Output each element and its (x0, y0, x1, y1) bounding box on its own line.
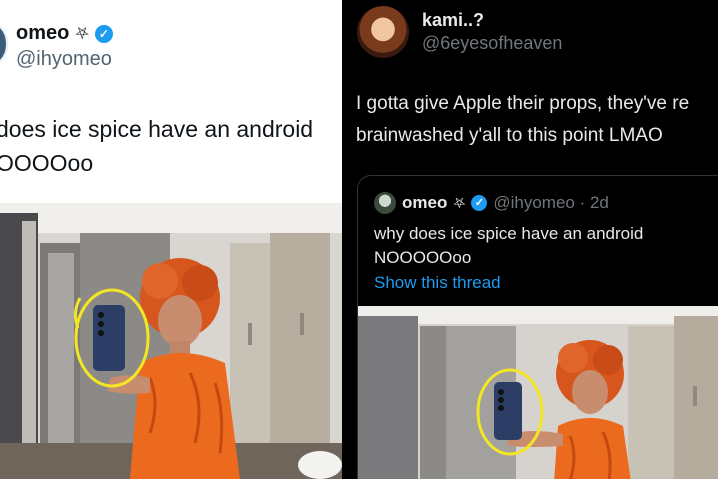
verified-badge-icon: ✓ (94, 24, 113, 43)
tweet-text: does ice spice have an android OOOOoo (0, 116, 314, 176)
show-thread-link[interactable]: Show this thread (374, 273, 501, 293)
author-name[interactable]: omeo (16, 22, 69, 45)
verified-badge-icon: ✓ (471, 195, 488, 211)
author-avatar[interactable] (357, 6, 409, 58)
author-avatar[interactable] (0, 24, 8, 64)
left-tweet-card: omeo ⛧ ✓ @ihyomeo does ice spice have an… (0, 0, 342, 479)
author-handle[interactable]: @6eyesofheaven (422, 33, 562, 54)
pentagram-icon: ⛧ (75, 23, 89, 43)
pentagram-icon: ⛧ (453, 194, 466, 212)
quoted-author-avatar (374, 192, 396, 214)
quoted-tweet[interactable]: omeo ⛧ ✓ @ihyomeo · 2d why does ice spic… (357, 175, 718, 479)
right-tweet-card: kami..? @6eyesofheaven I gotta give Appl… (342, 0, 718, 479)
tweet-photo[interactable] (0, 203, 342, 479)
author-handle[interactable]: @ihyomeo (16, 48, 112, 71)
quoted-author-row: omeo ⛧ ✓ @ihyomeo · 2d (374, 192, 609, 214)
quoted-author-handle-time: @ihyomeo · 2d (493, 193, 609, 212)
author-name[interactable]: kami..? (422, 10, 484, 31)
quoted-author-name: omeo (402, 193, 448, 212)
quoted-tweet-photo[interactable] (358, 306, 718, 479)
tweet-text: I gotta give Apple their props, they've … (356, 93, 690, 146)
author-row: omeo ⛧ ✓ (16, 22, 113, 45)
quoted-tweet-text: why does ice spice have an android NOOOO… (374, 224, 644, 267)
